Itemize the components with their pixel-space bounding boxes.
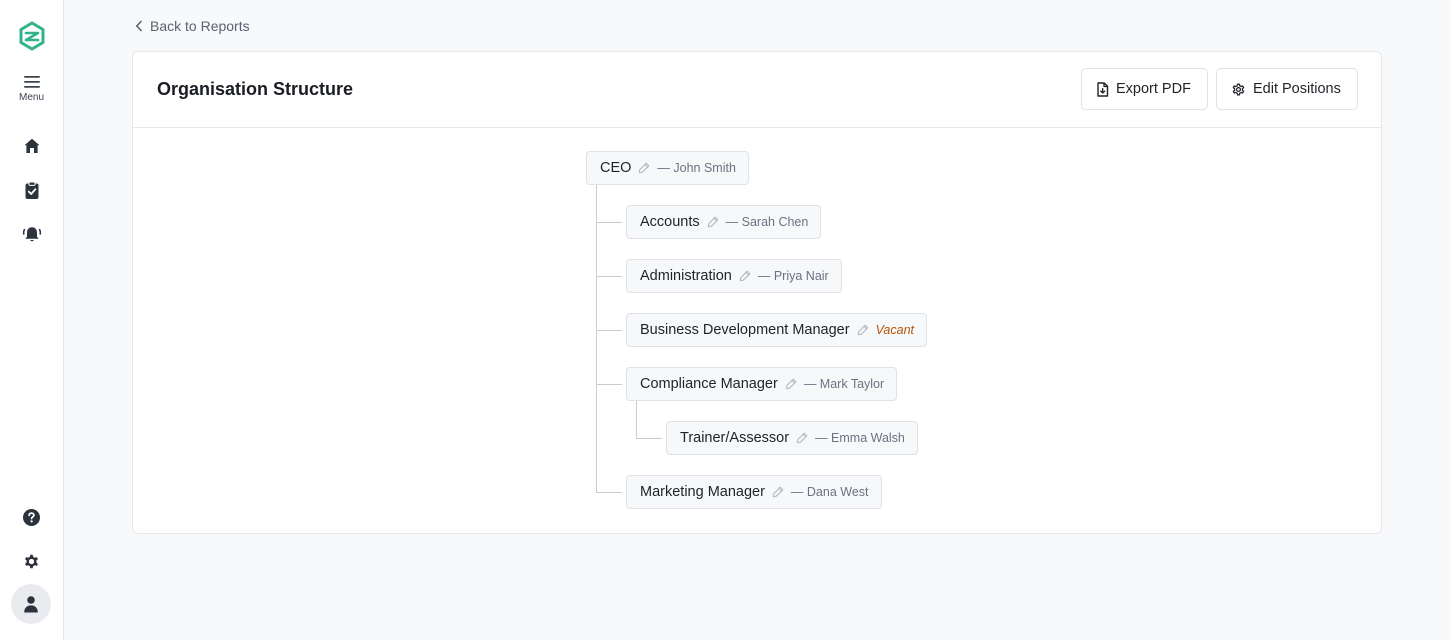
org-node-ceo[interactable]: CEO — John Smith — [586, 151, 749, 185]
position-holder: — Sarah Chen — [725, 215, 809, 229]
chevron-left-icon — [136, 20, 142, 32]
position-title: Compliance Manager — [640, 376, 778, 392]
help-circle-icon — [23, 508, 40, 526]
sidebar-item-alerts[interactable] — [0, 220, 63, 248]
tree-connector — [596, 384, 622, 385]
sidebar: Menu — [0, 0, 64, 640]
edit-pencil-icon[interactable] — [796, 432, 808, 444]
sidebar-item-tasks[interactable] — [0, 176, 63, 204]
tree-connector — [596, 276, 622, 277]
edit-pencil-icon[interactable] — [739, 270, 751, 282]
org-node-compliance-manager[interactable]: Compliance Manager — Mark Taylor — [626, 367, 898, 401]
file-download-icon — [1097, 81, 1109, 97]
org-node-business-development-manager[interactable]: Business Development Manager Vacant — [626, 313, 928, 347]
org-node-marketing-manager[interactable]: Marketing Manager — Dana West — [626, 475, 882, 509]
position-title: Trainer/Assessor — [680, 430, 790, 446]
user-icon — [24, 596, 38, 613]
edit-pencil-icon[interactable] — [707, 216, 719, 228]
org-node-trainer-assessor[interactable]: Trainer/Assessor — Emma Walsh — [666, 421, 918, 455]
org-structure-card: Organisation Structure Export PDF Edit P… — [132, 51, 1382, 534]
export-pdf-label: Export PDF — [1116, 81, 1191, 97]
position-title: Business Development Manager — [640, 322, 850, 338]
position-title: Marketing Manager — [640, 484, 765, 500]
export-pdf-button[interactable]: Export PDF — [1081, 68, 1208, 110]
app-root: Menu Back to Reports Organisation Struct… — [0, 0, 1450, 640]
bell-alert-icon — [22, 227, 41, 242]
edit-pencil-icon[interactable] — [857, 324, 869, 336]
tree-connector — [596, 185, 597, 492]
card-header: Organisation Structure Export PDF Edit P… — [133, 52, 1381, 128]
hamburger-icon — [23, 76, 40, 88]
back-to-reports-link[interactable]: Back to Reports — [134, 16, 250, 36]
position-title: Accounts — [640, 214, 700, 230]
menu-label: Menu — [18, 92, 44, 103]
profile-avatar[interactable] — [11, 584, 51, 624]
edit-positions-button[interactable]: Edit Positions — [1216, 68, 1358, 110]
position-holder: — John Smith — [657, 161, 736, 175]
org-node-accounts[interactable]: Accounts — Sarah Chen — [626, 205, 822, 239]
menu-button[interactable]: Menu — [0, 70, 63, 108]
back-link-label: Back to Reports — [150, 18, 250, 34]
sidebar-item-settings[interactable] — [0, 547, 63, 575]
gear-icon — [1232, 83, 1245, 95]
org-node-administration[interactable]: Administration — Priya Nair — [626, 259, 842, 293]
tree-connector — [636, 438, 662, 439]
brand-logo-icon[interactable] — [0, 18, 63, 54]
tree-connector — [636, 401, 637, 438]
vacant-badge: Vacant — [875, 323, 915, 337]
tree-connector — [596, 330, 622, 331]
sidebar-item-help[interactable] — [0, 503, 63, 531]
position-title: Administration — [640, 268, 732, 284]
tree-connector — [596, 492, 622, 493]
page-title: Organisation Structure — [157, 79, 354, 99]
edit-positions-label: Edit Positions — [1253, 81, 1341, 97]
sidebar-item-home[interactable] — [0, 132, 63, 160]
gear-icon — [25, 554, 38, 568]
edit-pencil-icon[interactable] — [638, 162, 650, 174]
position-holder: — Mark Taylor — [803, 377, 885, 391]
edit-pencil-icon[interactable] — [772, 486, 784, 498]
position-title: CEO — [600, 160, 632, 176]
position-holder: — Dana West — [790, 485, 869, 499]
position-holder: — Priya Nair — [757, 269, 829, 283]
home-icon — [24, 138, 39, 153]
tree-connector — [596, 222, 622, 223]
clipboard-check-icon — [25, 181, 38, 199]
position-holder: — Emma Walsh — [815, 431, 905, 445]
edit-pencil-icon[interactable] — [785, 378, 797, 390]
